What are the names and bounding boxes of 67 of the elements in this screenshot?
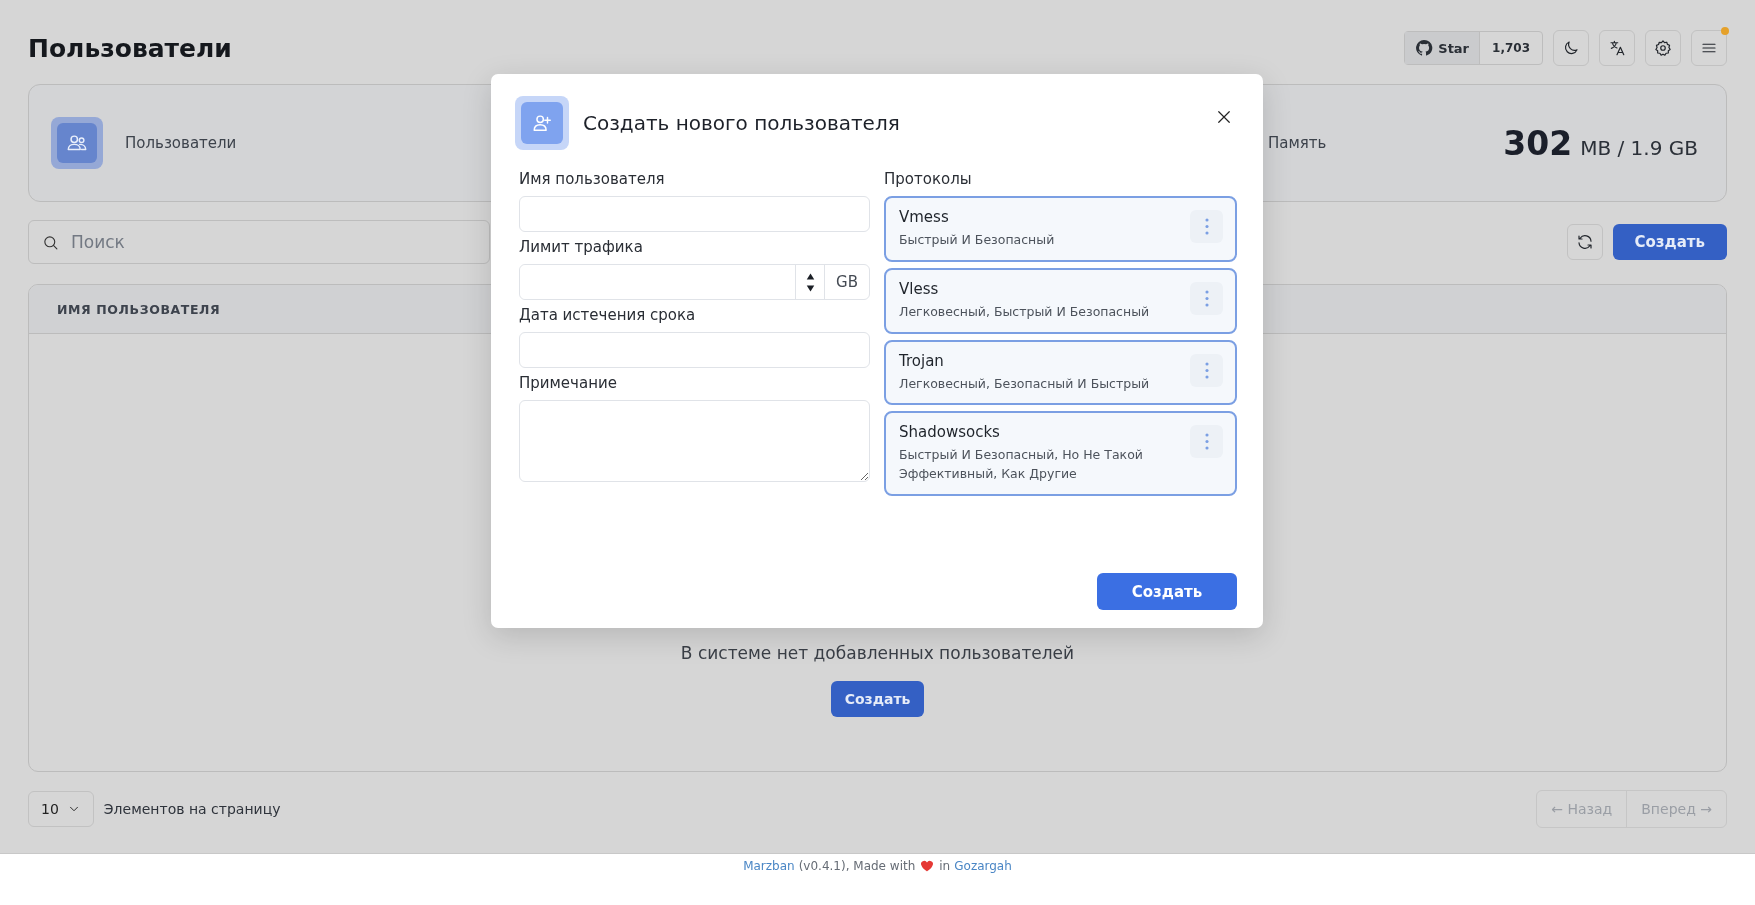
dialog-title: Создать нового пользователя	[583, 111, 900, 135]
author-link[interactable]: Gozargah	[954, 859, 1012, 905]
protocol-description: Быстрый И Безопасный, Но Не Такой Эффективный, Как Другие	[899, 446, 1144, 483]
close-icon	[1215, 108, 1233, 126]
refresh-icon	[1575, 233, 1594, 251]
unit-label: GB	[824, 265, 869, 299]
text-field[interactable]	[519, 332, 870, 368]
protocol-description: Быстрый И Безопасный	[899, 231, 1056, 249]
menu-button[interactable]	[1691, 30, 1727, 66]
text-field[interactable]	[519, 196, 870, 232]
page-size-label: Элементов на страницу	[103, 801, 281, 817]
create-button[interactable]: Создать	[1612, 224, 1727, 260]
settings-button[interactable]	[1645, 30, 1681, 66]
kebab-icon	[1204, 433, 1209, 451]
protocol-option[interactable]: Vless Легковесный, Быстрый И Безопасный	[884, 267, 1237, 334]
page-title: Пользователи	[28, 33, 232, 63]
protocol-option[interactable]: Vmess Быстрый И Безопасный	[884, 196, 1237, 262]
down-triangle-icon	[805, 283, 815, 293]
submit-button[interactable]: Создать	[1097, 573, 1237, 610]
star-count: 1,703	[1491, 40, 1531, 57]
page-size-select[interactable]: 10	[28, 791, 94, 827]
more-options-button[interactable]	[1190, 281, 1223, 315]
project-link[interactable]: Marzban	[743, 859, 795, 905]
create-button[interactable]: Создать	[830, 681, 925, 717]
protocol-option[interactable]: Trojan Легковесный, Безопасный И Быстрый	[884, 339, 1237, 406]
traffic-limit-field[interactable]: GB	[519, 264, 870, 300]
settings-icon	[1654, 39, 1672, 57]
protocol-name: Vless	[899, 279, 940, 298]
heart-icon	[920, 859, 935, 873]
stat-label: Пользователи	[125, 134, 237, 152]
kebab-icon	[1204, 289, 1209, 307]
translate-icon	[1608, 39, 1626, 57]
user-plus-icon	[531, 112, 553, 134]
github-star-button[interactable]: Star 1,703	[1404, 31, 1543, 65]
protocol-name: Vmess	[899, 208, 950, 226]
protocol-name: Trojan	[899, 351, 945, 370]
more-options-button[interactable]	[1190, 353, 1223, 387]
language-button[interactable]	[1599, 30, 1635, 66]
search-icon	[42, 234, 59, 251]
protocol-name: Shadowsocks	[899, 423, 1001, 442]
field-label: Примечание	[519, 374, 618, 392]
empty-message: В системе нет добавленных пользователей	[680, 643, 1075, 663]
github-icon	[1415, 39, 1434, 57]
star-label: Star	[1438, 40, 1470, 56]
footer-text: (v0.4.1), Made with	[798, 859, 916, 875]
theme-toggle-button[interactable]	[1553, 30, 1589, 66]
note-field[interactable]	[519, 400, 870, 482]
more-options-button[interactable]	[1190, 210, 1223, 243]
field-label: Дата истечения срока	[519, 306, 697, 324]
column-header: ИМЯ ПОЛЬЗОВАТЕЛЯ	[57, 301, 221, 317]
field-label: Лимит трафика	[519, 238, 644, 256]
kebab-icon	[1204, 218, 1209, 235]
kebab-icon	[1204, 361, 1209, 379]
more-options-button[interactable]	[1190, 425, 1223, 459]
search-field[interactable]: Поиск	[28, 220, 490, 264]
protocol-description: Легковесный, Безопасный И Быстрый	[899, 374, 1151, 393]
field-label: Протоколы	[884, 170, 973, 188]
moon-icon	[1562, 39, 1580, 57]
refresh-button[interactable]	[1566, 224, 1603, 260]
protocol-description: Легковесный, Быстрый И Безопасный	[899, 302, 1151, 321]
stat-label: Память	[1268, 134, 1327, 152]
protocol-option[interactable]: Shadowsocks Быстрый И Безопасный, Но Не Такой Эффективный, Как Другие	[884, 411, 1237, 496]
stat-unit: MB / 1.9 GB	[1580, 135, 1698, 160]
up-triangle-icon	[805, 271, 815, 281]
footer-text: in	[939, 859, 951, 875]
stat-value: 302	[1503, 123, 1573, 163]
field-label: Имя пользователя	[519, 170, 666, 188]
